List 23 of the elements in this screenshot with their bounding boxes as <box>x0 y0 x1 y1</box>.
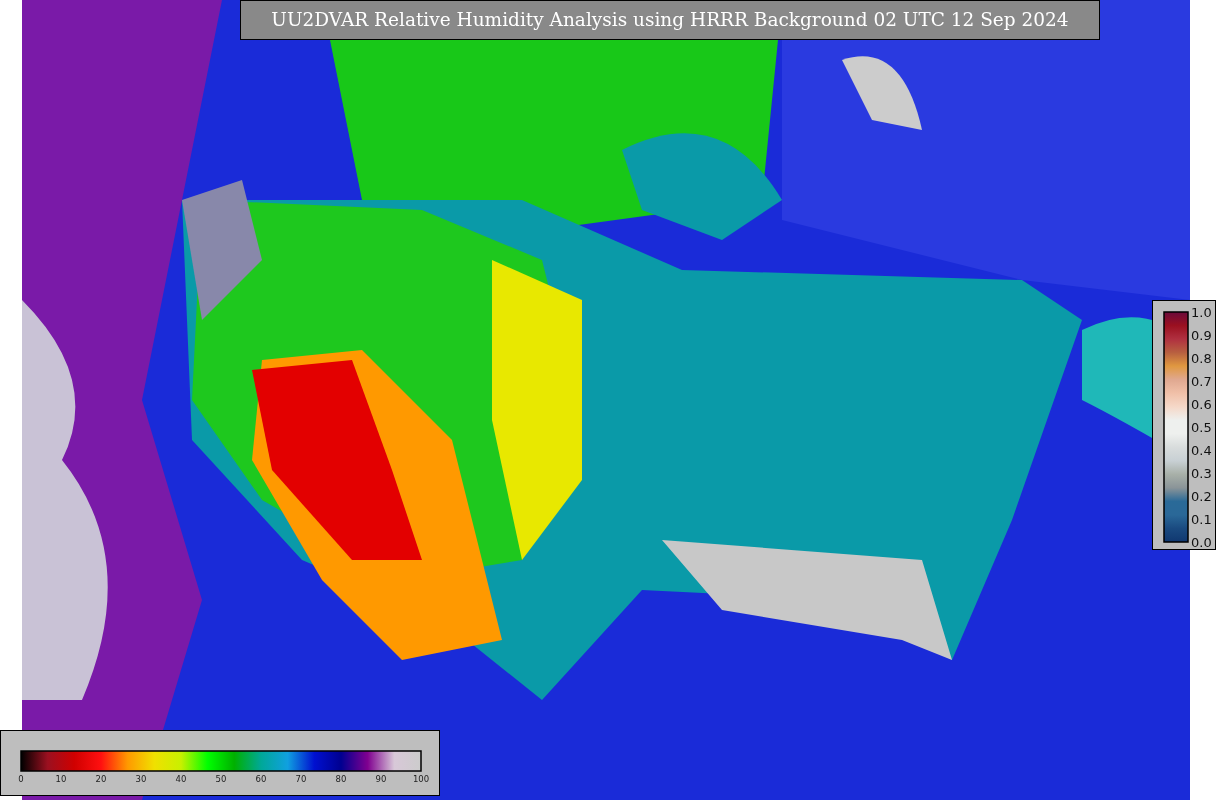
tick-label: 0.5 <box>1191 420 1212 434</box>
tick-label: 0.7 <box>1191 374 1212 388</box>
tick-label: 0.8 <box>1191 351 1212 365</box>
tick-label: 30 <box>135 775 147 784</box>
tick-label: 0 <box>18 775 24 784</box>
tick-label: 100 <box>412 775 430 784</box>
tick-label: 10 <box>55 775 67 784</box>
tick-label: 40 <box>175 775 187 784</box>
tick-label: 90 <box>375 775 387 784</box>
tick-label: 80 <box>335 775 347 784</box>
tick-label: 0.1 <box>1191 512 1212 526</box>
tick-label: 0.4 <box>1191 443 1212 457</box>
map-title: UU2DVAR Relative Humidity Analysis using HRRR Background 02 UTC 12 Sep 2024 <box>240 0 1100 40</box>
tick-label: 20 <box>95 775 107 784</box>
tick-label: 0.9 <box>1191 328 1212 342</box>
tick-label: 0.6 <box>1191 397 1212 411</box>
tick-label: 0.3 <box>1191 466 1212 480</box>
tick-label: 0.0 <box>1191 535 1212 549</box>
tick-label: 1.0 <box>1191 305 1212 319</box>
tick-label: 0.2 <box>1191 489 1212 503</box>
tick-label: 60 <box>255 775 267 784</box>
tick-label: 50 <box>215 775 227 784</box>
tick-label: 70 <box>295 775 307 784</box>
